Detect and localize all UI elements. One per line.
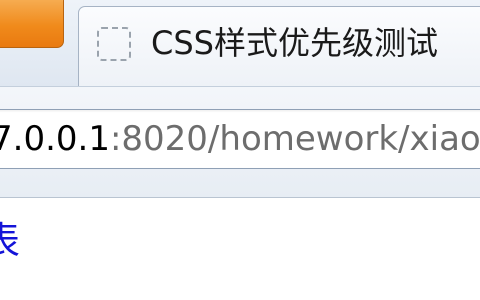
page-link[interactable]: 表 — [0, 216, 20, 266]
toolbar: 7.0.0.1:8020/homework/xiao — [0, 86, 480, 198]
browser-window: CSS样式优先级测试 7.0.0.1:8020/homework/xiao 表 — [0, 0, 480, 300]
page-content: 表 — [0, 198, 480, 300]
url-text: 7.0.0.1:8020/homework/xiao — [0, 116, 480, 162]
page-placeholder-icon — [97, 27, 131, 61]
url-host: 7.0.0.1 — [0, 119, 110, 159]
tab-strip: CSS样式优先级测试 — [0, 0, 480, 86]
address-bar[interactable]: 7.0.0.1:8020/homework/xiao — [0, 109, 480, 169]
tab-previous[interactable] — [0, 0, 64, 48]
tab-title: CSS样式优先级测试 — [151, 24, 438, 62]
tab-active[interactable]: CSS样式优先级测试 — [78, 6, 480, 86]
url-path: :8020/homework/xiao — [109, 119, 480, 159]
